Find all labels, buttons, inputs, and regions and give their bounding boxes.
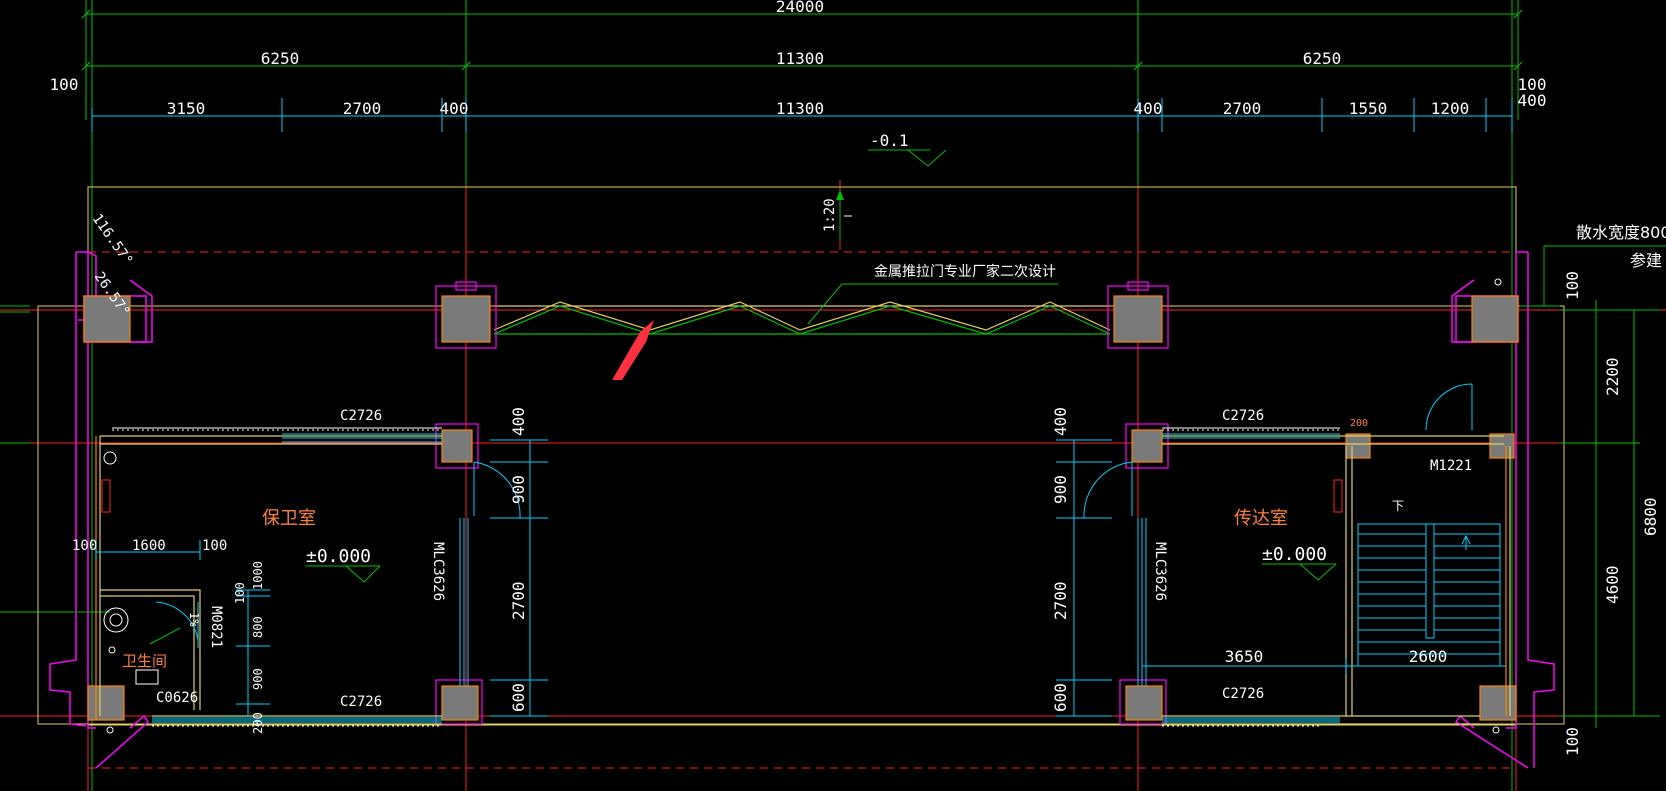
toilet-door-label: M0821: [208, 606, 224, 648]
right-window-bottom-label: C2726: [1222, 686, 1264, 702]
toilet-vdim-900: 900: [251, 668, 265, 690]
right-door-label: M1221: [1430, 458, 1472, 474]
dim-r2-0: 3150: [167, 99, 206, 118]
far-right-vdim-0: 100: [1563, 271, 1582, 300]
left-bottom-window: [152, 717, 442, 723]
column-b1: [441, 429, 473, 463]
right-horizontal-dims: [1142, 658, 1506, 674]
right-bottom-window: [1162, 717, 1340, 723]
toilet-window-label: C0626: [156, 690, 198, 706]
dim-r2-7: 1200: [1431, 99, 1470, 118]
right-vdim-0: 400: [1051, 407, 1070, 436]
far-right-dims: [1520, 245, 1666, 728]
dim-right-400: 400: [1518, 91, 1547, 110]
scale-note: 1:20: [822, 190, 852, 240]
right-vertical-dim-texts: 400 900 2700 600: [1051, 407, 1070, 712]
left-room-elevation: ±0.000: [306, 546, 371, 567]
far-right-vdim-3: 6800: [1641, 497, 1660, 536]
right-side-window: [1137, 518, 1147, 686]
column-a2: [441, 295, 491, 343]
toilet-dim-1600: 1600: [132, 538, 166, 554]
dim-r2-1: 2700: [343, 99, 382, 118]
left-side-window: [459, 518, 469, 686]
far-right-vdim-1: 2200: [1603, 357, 1622, 396]
right-room-name: 传达室: [1234, 508, 1288, 529]
toilet-leader: [149, 627, 181, 645]
left-elev-triangle: [306, 565, 381, 583]
column-c1: [87, 685, 125, 721]
right-dim-2600: 2600: [1409, 647, 1448, 666]
right-vdim-3: 600: [1051, 683, 1070, 712]
toilet-slope-label: 1%: [187, 612, 201, 627]
column-a4: [1471, 295, 1519, 343]
dim-top-right: 6250: [1303, 49, 1342, 68]
toilet-dim-100a: 100: [72, 538, 97, 554]
left-vdim-2: 2700: [509, 581, 528, 620]
outer-boundaries: [37, 186, 1565, 769]
apron-note-2: 参建: [1630, 251, 1662, 270]
column-b3: [1345, 433, 1371, 459]
toilet-vdim-200: 200: [251, 712, 265, 734]
right-dim-200: 200: [1350, 418, 1368, 429]
dim-r2-5: 2700: [1223, 99, 1262, 118]
left-room-walls: [95, 435, 442, 725]
left-window-top-label: C2726: [340, 408, 382, 424]
column-a3: [1113, 295, 1163, 343]
right-room-radiator: [1333, 479, 1343, 513]
dim-left-100: 100: [50, 75, 79, 94]
axis-lines: [0, 0, 1666, 791]
dim-r2-2: 400: [440, 99, 469, 118]
toilet-vdim-800: 800: [251, 616, 265, 638]
left-room-name: 保卫室: [262, 508, 316, 529]
dim-r2-6: 1550: [1349, 99, 1388, 118]
elevation-marker-top: -0.1: [868, 131, 947, 167]
right-vdim-1: 900: [1051, 475, 1070, 504]
right-window-top-label: C2726: [1222, 408, 1264, 424]
column-c2: [441, 685, 479, 721]
toilet-dim-100b: 100: [202, 538, 227, 554]
far-right-vdim-2: 4600: [1603, 565, 1622, 604]
right-side-window-label: MLC3626: [1152, 542, 1168, 601]
stair: [1357, 523, 1501, 667]
column-b2: [1131, 429, 1163, 463]
apron-note: 散水宽度800: [1576, 223, 1666, 242]
right-vdim-2: 2700: [1051, 581, 1070, 620]
scale-note-text: 1:20: [822, 198, 838, 232]
left-vdim-1: 900: [509, 475, 528, 504]
left-vdim-0: 400: [509, 407, 528, 436]
toilet-vdim-1000: 1000: [251, 561, 265, 590]
far-right-dim-texts: 100 2200 4600 6800 100: [1563, 271, 1660, 756]
right-room-walls: [1162, 435, 1511, 725]
right-elev-triangle: [1262, 563, 1337, 581]
cad-drawing-canvas[interactable]: 24000 6250 11300 6250 100 100 400 3150 2…: [0, 0, 1666, 791]
gate-note-text: 金属推拉门专业厂家二次设计: [874, 263, 1056, 280]
toilet-vdim-100: 100: [233, 582, 247, 604]
dim-total: 24000: [776, 0, 824, 16]
toilet-name: 卫生间: [122, 652, 167, 670]
left-room-radiator: [101, 479, 111, 513]
right-dim-3650: 3650: [1225, 647, 1264, 666]
stair-down-label: 下: [1392, 499, 1404, 513]
dim-r2-4: 400: [1134, 99, 1163, 118]
column-c3: [1125, 685, 1163, 721]
dim-r2-3: 11300: [776, 99, 824, 118]
right-room-elevation: ±0.000: [1262, 544, 1327, 565]
far-right-vdim-4: 100: [1563, 727, 1582, 756]
sliding-gate: [493, 301, 1111, 335]
left-side-window-label: MLC3626: [430, 542, 446, 601]
left-window-bottom-label: C2726: [340, 694, 382, 710]
elevation-top-text: -0.1: [870, 131, 909, 150]
left-vertical-dim-texts: 400 900 2700 600: [509, 407, 528, 712]
dim-top-left: 6250: [261, 49, 300, 68]
left-vdim-3: 600: [509, 683, 528, 712]
dim-top-mid: 11300: [776, 49, 824, 68]
